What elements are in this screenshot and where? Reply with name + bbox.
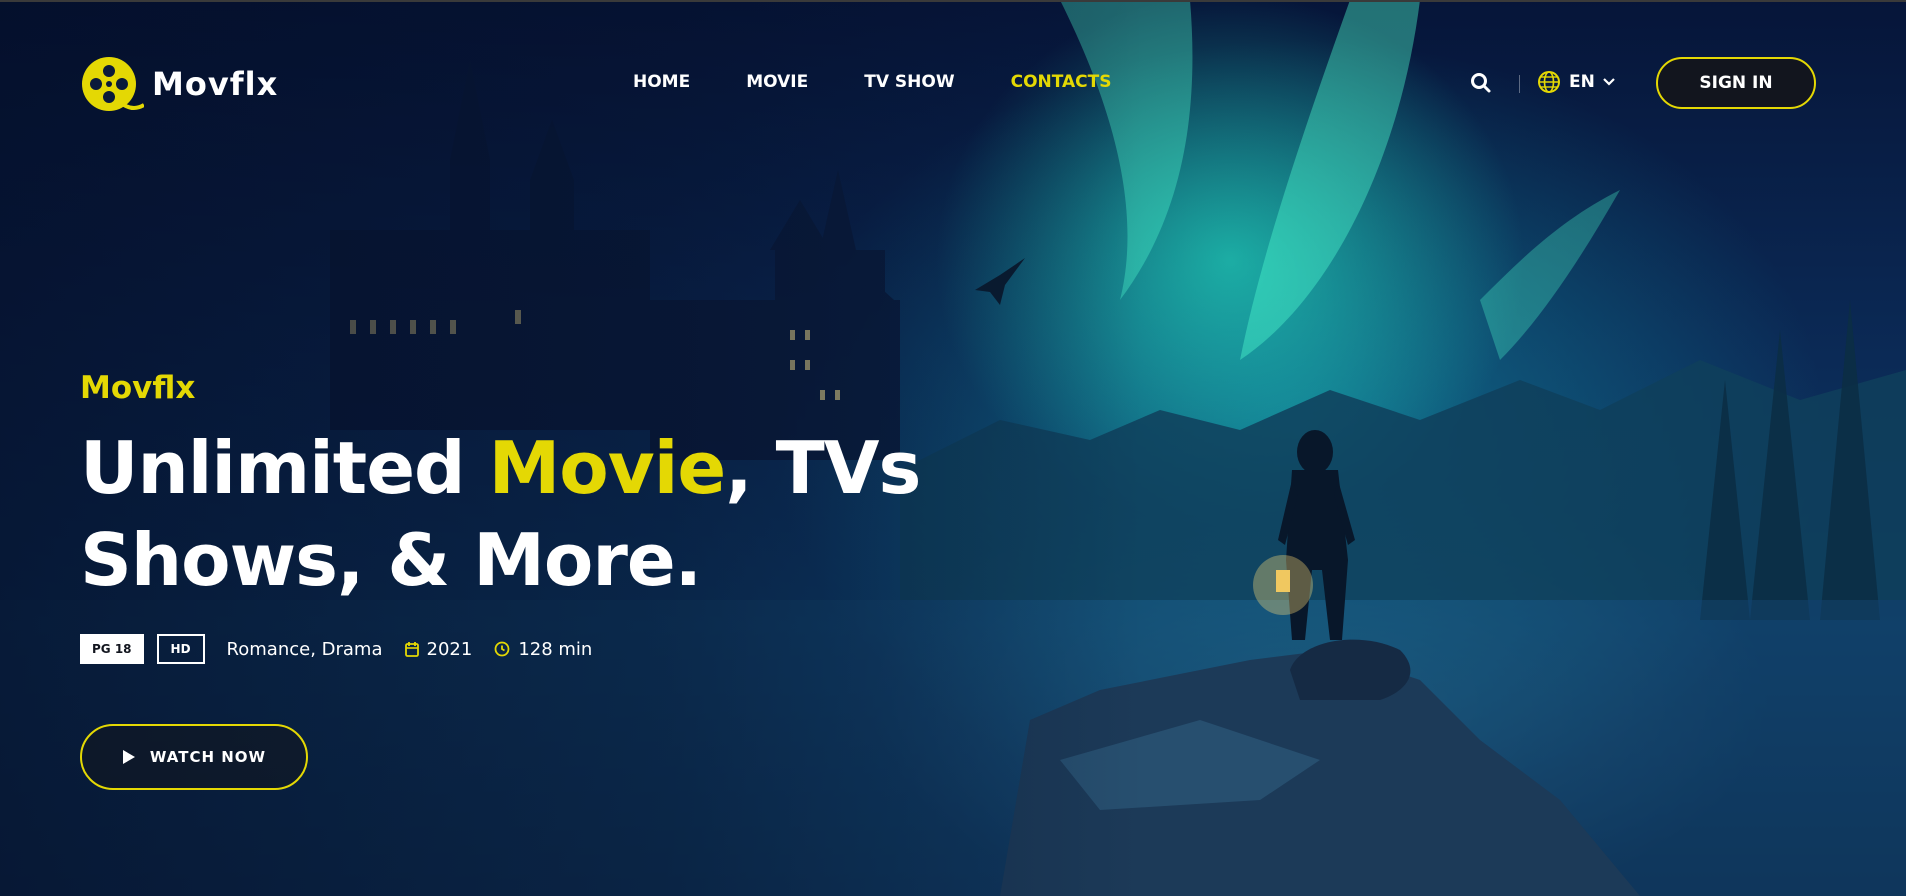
quality-badge: HD (156, 634, 205, 664)
nav-movie[interactable]: MOVIE (746, 72, 808, 92)
main-nav: HOME MOVIE TV SHOW CONTACTS (633, 72, 1168, 92)
hero-subtitle: Movflx (80, 370, 196, 406)
chevron-down-icon (1603, 78, 1615, 86)
headline-part2: , TVs (725, 426, 921, 510)
film-reel-icon (82, 57, 144, 111)
search-button[interactable] (1470, 72, 1492, 94)
language-selector[interactable]: EN (1537, 70, 1615, 94)
play-icon (122, 750, 135, 764)
search-icon (1471, 73, 1491, 93)
clock-icon (494, 641, 510, 657)
sign-in-button[interactable]: SIGN IN (1656, 57, 1816, 109)
site-header: Movflx HOME MOVIE TV SHOW CONTACTS EN SI… (0, 0, 1906, 170)
watch-now-label: WATCH NOW (149, 748, 267, 766)
headline-line2: Shows, & More. (80, 518, 702, 602)
year-label: 2021 (426, 638, 473, 660)
release-year: 2021 (404, 638, 473, 660)
duration: 128 min (494, 639, 592, 660)
window-top-border (0, 0, 1906, 2)
duration-label: 128 min (518, 638, 593, 660)
movie-meta: PG 18 HD Romance, Drama 2021 128 min (80, 634, 980, 664)
nav-contacts[interactable]: CONTACTS (1011, 72, 1112, 92)
logo[interactable]: Movflx (80, 55, 278, 113)
nav-tv-show[interactable]: TV SHOW (864, 72, 954, 92)
language-label: EN (1569, 72, 1595, 92)
globe-icon (1538, 71, 1560, 93)
genres: Romance, Drama (226, 638, 383, 660)
headline-highlight: Movie (488, 426, 727, 510)
logo-text: Movflx (152, 65, 279, 103)
nav-home[interactable]: HOME (633, 72, 690, 92)
header-divider (1519, 75, 1520, 93)
hero-headline: Unlimited Movie, TVs Shows, & More. (80, 422, 980, 606)
calendar-icon (404, 642, 419, 657)
rating-badge: PG 18 (80, 634, 144, 664)
headline-part1: Unlimited (80, 426, 489, 510)
hero-content: Movflx Unlimited Movie, TVs Shows, & Mor… (80, 370, 980, 790)
watch-now-button[interactable]: WATCH NOW (80, 724, 308, 790)
